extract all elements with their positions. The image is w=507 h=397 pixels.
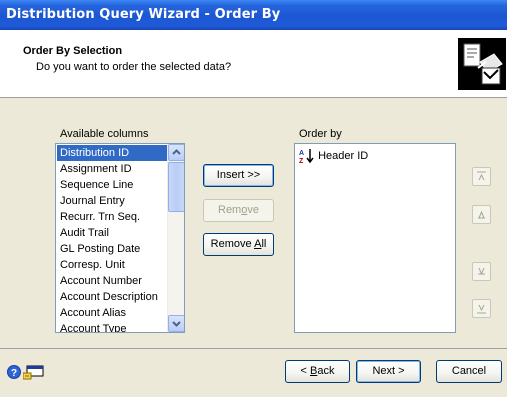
move-bottom-button[interactable] [472, 299, 491, 318]
move-up-icon [478, 210, 485, 219]
wizard-window: Distribution Query Wizard - Order By Ord… [0, 0, 507, 397]
next-button[interactable]: Next > [356, 360, 421, 383]
move-down-icon [478, 267, 485, 276]
available-items: Distribution ID Assignment ID Sequence Lin… [57, 145, 167, 332]
order-by-item-label: Header ID [318, 150, 369, 162]
wizard-footer: ? < Back Next > Cancel [0, 350, 507, 397]
remove-label-c: ve [247, 204, 259, 216]
page-title: Order By Selection [23, 45, 123, 57]
move-top-icon [477, 171, 486, 181]
svg-text:A: A [299, 150, 304, 157]
back-button[interactable]: < Back [285, 360, 350, 383]
cancel-button[interactable]: Cancel [436, 360, 502, 383]
available-column-item[interactable]: Journal Entry [57, 193, 167, 209]
order-by-list[interactable]: A Z Header ID [294, 143, 456, 333]
wizard-body: Available columns Distribution ID Assignm… [0, 99, 507, 349]
available-column-item[interactable]: Recurr. Trn Seq. [57, 209, 167, 225]
available-column-item[interactable]: Assignment ID [57, 161, 167, 177]
available-column-item[interactable]: GL Posting Date [57, 241, 167, 257]
help-icon[interactable]: ? [7, 365, 21, 379]
scroll-up-button[interactable] [168, 144, 184, 161]
svg-text:?: ? [11, 368, 17, 379]
window-title: Distribution Query Wizard - Order By [6, 7, 281, 22]
available-column-item[interactable]: Audit Trail [57, 225, 167, 241]
available-column-item[interactable]: Account Type [57, 321, 167, 332]
remove-all-label-c: ll [261, 238, 267, 250]
scroll-down-button[interactable] [168, 315, 184, 332]
remove-label-a: Rem [218, 204, 242, 216]
chevron-up-icon [172, 149, 181, 155]
list-scrollbar[interactable] [167, 144, 184, 332]
window-note-icon[interactable] [22, 364, 45, 380]
move-up-button[interactable] [472, 205, 491, 224]
available-column-item[interactable]: Account Description [57, 289, 167, 305]
scroll-thumb[interactable] [168, 162, 184, 212]
available-column-item[interactable]: Distribution ID [57, 145, 167, 161]
available-column-item[interactable]: Corresp. Unit [57, 257, 167, 273]
available-columns-list[interactable]: Distribution ID Assignment ID Sequence Lin… [55, 143, 185, 333]
available-columns-label: Available columns [60, 128, 149, 140]
remove-button[interactable]: Remove [203, 199, 274, 222]
remove-all-label-a: Remove [210, 238, 255, 250]
page-subtitle: Do you want to order the selected data? [36, 61, 232, 73]
move-down-button[interactable] [472, 262, 491, 281]
insert-button[interactable]: Insert >> [203, 164, 274, 187]
back-label-a: < [300, 365, 310, 377]
available-column-item[interactable]: Account Number [57, 273, 167, 289]
chevron-down-icon [172, 321, 181, 327]
wizard-document-icon [458, 38, 506, 90]
svg-text:Z: Z [299, 158, 304, 164]
remove-all-button[interactable]: Remove All [203, 233, 274, 256]
order-by-label: Order by [299, 128, 342, 140]
available-column-item[interactable]: Account Alias [57, 305, 167, 321]
move-top-button[interactable] [472, 167, 491, 186]
back-label-c: ack [317, 365, 335, 377]
available-column-item[interactable]: Sequence Line [57, 177, 167, 193]
wizard-header: Order By Selection Do you want to order … [0, 30, 507, 98]
order-by-item[interactable]: A Z Header ID [295, 147, 455, 165]
move-bottom-icon [477, 304, 486, 314]
sort-ascending-az-icon: A Z [299, 148, 315, 165]
title-bar: Distribution Query Wizard - Order By [0, 0, 507, 30]
